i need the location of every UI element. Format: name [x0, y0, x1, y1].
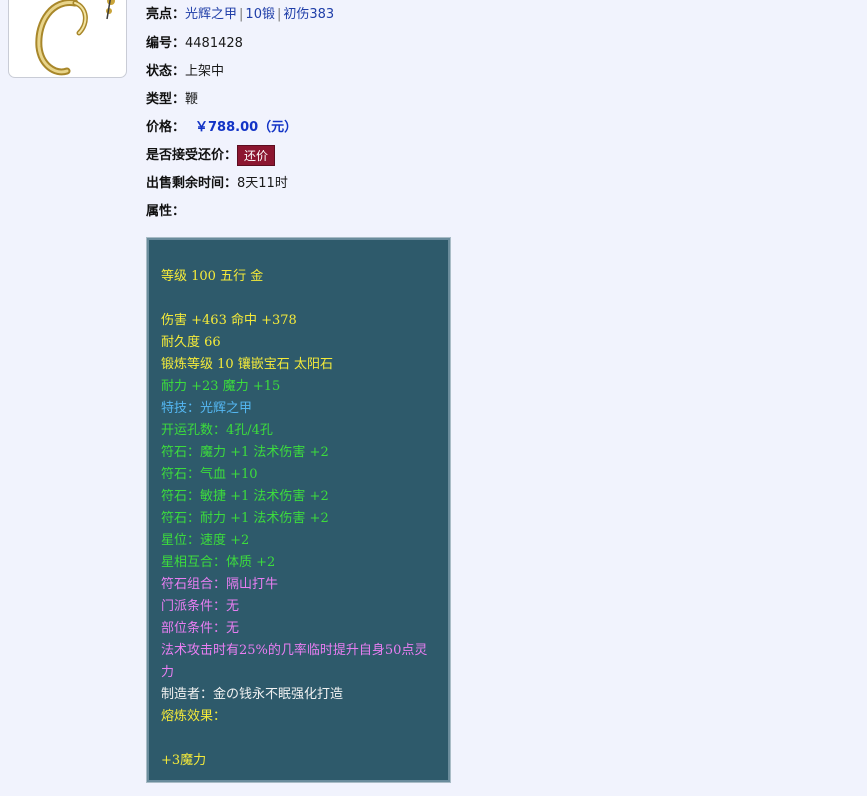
attr-spacer [161, 728, 438, 750]
item-info: 亮点：光辉之甲 | 10锻 | 初伤383 编号：4481428 状态：上架中 类型：鞭… [146, 0, 334, 226]
item-thumbnail[interactable] [8, 0, 127, 78]
attr-rune-2: 符石：气血 +10 [161, 467, 258, 482]
attr-label: 属性： [146, 204, 186, 219]
status-value: 上架中 [185, 64, 225, 79]
attr-star-match: 星相互合：体质 +2 [161, 555, 276, 570]
attr-durability: 耐久度 66 [161, 335, 221, 350]
type-row: 类型：鞭 [146, 86, 334, 114]
highlight-row: 亮点：光辉之甲 | 10锻 | 初伤383 [146, 0, 334, 30]
price-label: 价格： [146, 120, 186, 135]
time-label: 出售剩余时间： [146, 176, 238, 191]
attr-effect: 法术攻击时有25%的几率临时提升自身50点灵力 [161, 643, 428, 680]
price-row: 价格： ￥788.00（元） [146, 114, 334, 142]
time-row: 出售剩余时间：8天11时 [146, 170, 334, 198]
attr-smelt-value: +3魔力 [161, 753, 207, 768]
attribute-panel: 等级 100 五行 金 伤害 +463 命中 +378 耐久度 66 锻炼等级 … [146, 237, 451, 783]
highlight-tag-forge[interactable]: 10锻 [245, 7, 275, 22]
bargain-row: 是否接受还价： 还价 [146, 142, 334, 170]
bargain-button[interactable]: 还价 [237, 145, 276, 166]
attr-damage: 伤害 +463 命中 +378 [161, 313, 297, 328]
attr-spacer [161, 288, 438, 310]
highlight-tag-damage[interactable]: 初伤383 [283, 7, 334, 22]
attr-rune-1: 符石：魔力 +1 法术伤害 +2 [161, 445, 329, 460]
highlight-label: 亮点： [146, 7, 186, 22]
highlight-tag-skill[interactable]: 光辉之甲 [185, 7, 237, 22]
whip-icon [35, 0, 115, 76]
time-value: 8天11时 [237, 176, 288, 191]
id-label: 编号： [146, 36, 186, 51]
bargain-label: 是否接受还价： [146, 148, 238, 163]
price-value: ￥788.00（元） [195, 120, 298, 135]
attr-forge: 锻炼等级 10 镶嵌宝石 太阳石 [161, 357, 333, 372]
attr-rune-3: 符石：敏捷 +1 法术伤害 +2 [161, 489, 329, 504]
attr-slot-req: 部位条件：无 [161, 621, 240, 636]
attr-stats: 耐力 +23 魔力 +15 [161, 379, 281, 394]
type-label: 类型： [146, 92, 186, 107]
status-row: 状态：上架中 [146, 58, 334, 86]
id-value: 4481428 [185, 36, 243, 51]
status-label: 状态： [146, 64, 186, 79]
attr-special-skill: 特技：光辉之甲 [161, 401, 253, 416]
attr-smelt-label: 熔炼效果： [161, 709, 227, 724]
attr-row: 属性： [146, 198, 334, 226]
attr-rune-4: 符石：耐力 +1 法术伤害 +2 [161, 511, 329, 526]
attr-rune-combo: 符石组合：隔山打牛 [161, 577, 279, 592]
attr-holes: 开运孔数：4孔/4孔 [161, 423, 273, 438]
attr-maker: 制造者：金の钱永不眠强化打造 [161, 687, 344, 702]
id-row: 编号：4481428 [146, 30, 334, 58]
attr-level: 等级 100 五行 金 [161, 269, 264, 284]
attr-school-req: 门派条件：无 [161, 599, 240, 614]
type-value: 鞭 [185, 92, 199, 107]
attr-star-position: 星位：速度 +2 [161, 533, 250, 548]
